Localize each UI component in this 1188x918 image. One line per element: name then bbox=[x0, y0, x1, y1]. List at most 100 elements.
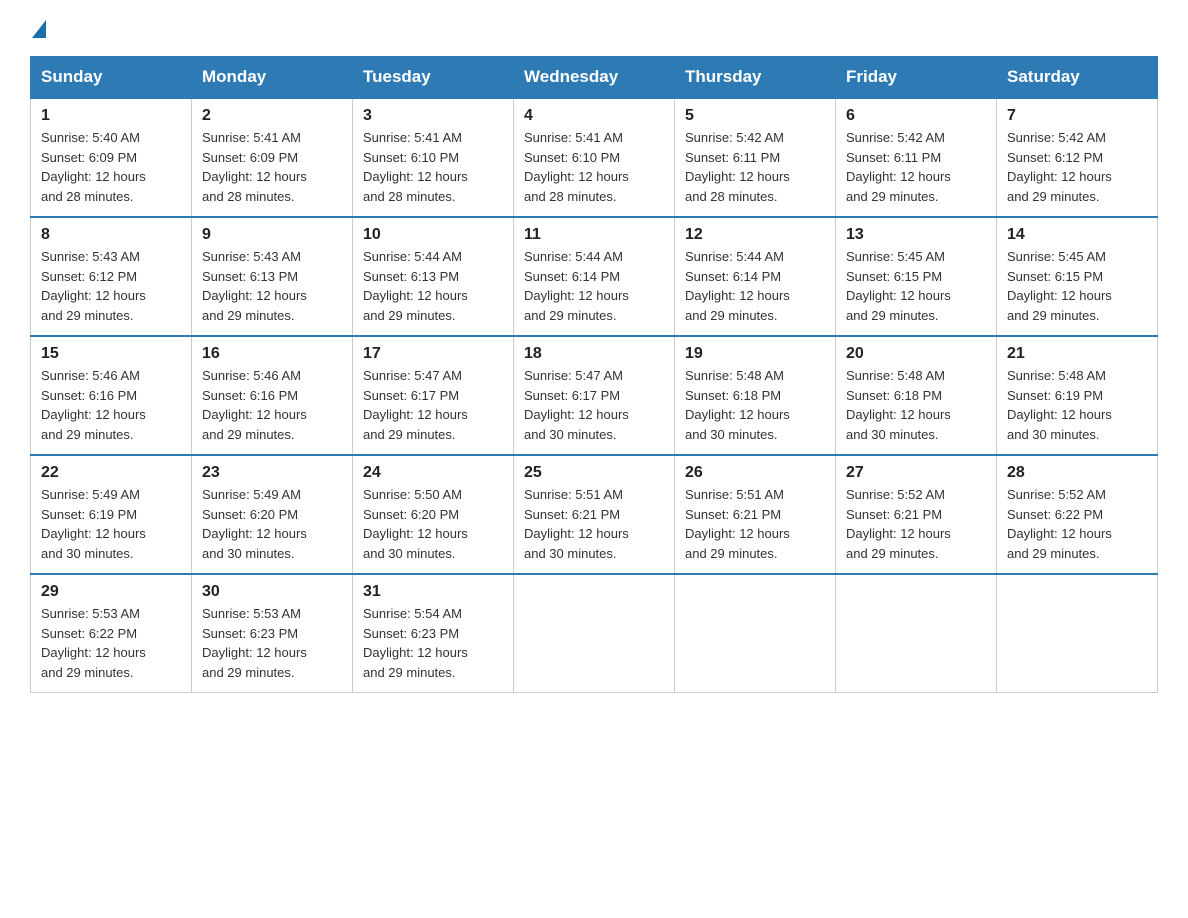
calendar-table: SundayMondayTuesdayWednesdayThursdayFrid… bbox=[30, 56, 1158, 693]
day-info: Sunrise: 5:53 AMSunset: 6:22 PMDaylight:… bbox=[41, 606, 146, 680]
day-cell: 4 Sunrise: 5:41 AMSunset: 6:10 PMDayligh… bbox=[514, 98, 675, 217]
day-number: 10 bbox=[363, 226, 503, 244]
day-number: 6 bbox=[846, 107, 986, 125]
day-cell: 7 Sunrise: 5:42 AMSunset: 6:12 PMDayligh… bbox=[997, 98, 1158, 217]
day-info: Sunrise: 5:47 AMSunset: 6:17 PMDaylight:… bbox=[363, 368, 468, 442]
day-info: Sunrise: 5:44 AMSunset: 6:14 PMDaylight:… bbox=[685, 249, 790, 323]
day-cell: 28 Sunrise: 5:52 AMSunset: 6:22 PMDaylig… bbox=[997, 455, 1158, 574]
day-info: Sunrise: 5:45 AMSunset: 6:15 PMDaylight:… bbox=[846, 249, 951, 323]
day-cell: 27 Sunrise: 5:52 AMSunset: 6:21 PMDaylig… bbox=[836, 455, 997, 574]
day-number: 3 bbox=[363, 107, 503, 125]
day-cell: 15 Sunrise: 5:46 AMSunset: 6:16 PMDaylig… bbox=[31, 336, 192, 455]
day-cell: 17 Sunrise: 5:47 AMSunset: 6:17 PMDaylig… bbox=[353, 336, 514, 455]
day-info: Sunrise: 5:41 AMSunset: 6:10 PMDaylight:… bbox=[524, 130, 629, 204]
day-cell: 19 Sunrise: 5:48 AMSunset: 6:18 PMDaylig… bbox=[675, 336, 836, 455]
header-day-wednesday: Wednesday bbox=[514, 57, 675, 99]
day-cell: 13 Sunrise: 5:45 AMSunset: 6:15 PMDaylig… bbox=[836, 217, 997, 336]
day-cell: 10 Sunrise: 5:44 AMSunset: 6:13 PMDaylig… bbox=[353, 217, 514, 336]
day-cell bbox=[675, 574, 836, 693]
day-cell: 1 Sunrise: 5:40 AMSunset: 6:09 PMDayligh… bbox=[31, 98, 192, 217]
day-number: 24 bbox=[363, 464, 503, 482]
day-info: Sunrise: 5:53 AMSunset: 6:23 PMDaylight:… bbox=[202, 606, 307, 680]
day-cell: 9 Sunrise: 5:43 AMSunset: 6:13 PMDayligh… bbox=[192, 217, 353, 336]
day-cell: 29 Sunrise: 5:53 AMSunset: 6:22 PMDaylig… bbox=[31, 574, 192, 693]
day-number: 22 bbox=[41, 464, 181, 482]
day-info: Sunrise: 5:40 AMSunset: 6:09 PMDaylight:… bbox=[41, 130, 146, 204]
day-info: Sunrise: 5:46 AMSunset: 6:16 PMDaylight:… bbox=[202, 368, 307, 442]
day-info: Sunrise: 5:51 AMSunset: 6:21 PMDaylight:… bbox=[524, 487, 629, 561]
day-info: Sunrise: 5:47 AMSunset: 6:17 PMDaylight:… bbox=[524, 368, 629, 442]
day-number: 11 bbox=[524, 226, 664, 244]
header-row: SundayMondayTuesdayWednesdayThursdayFrid… bbox=[31, 57, 1158, 99]
header-day-friday: Friday bbox=[836, 57, 997, 99]
day-info: Sunrise: 5:44 AMSunset: 6:13 PMDaylight:… bbox=[363, 249, 468, 323]
day-cell: 31 Sunrise: 5:54 AMSunset: 6:23 PMDaylig… bbox=[353, 574, 514, 693]
day-info: Sunrise: 5:52 AMSunset: 6:21 PMDaylight:… bbox=[846, 487, 951, 561]
day-number: 13 bbox=[846, 226, 986, 244]
day-cell: 22 Sunrise: 5:49 AMSunset: 6:19 PMDaylig… bbox=[31, 455, 192, 574]
day-info: Sunrise: 5:49 AMSunset: 6:19 PMDaylight:… bbox=[41, 487, 146, 561]
day-info: Sunrise: 5:48 AMSunset: 6:18 PMDaylight:… bbox=[846, 368, 951, 442]
day-cell: 12 Sunrise: 5:44 AMSunset: 6:14 PMDaylig… bbox=[675, 217, 836, 336]
day-number: 20 bbox=[846, 345, 986, 363]
week-row-4: 22 Sunrise: 5:49 AMSunset: 6:19 PMDaylig… bbox=[31, 455, 1158, 574]
day-number: 1 bbox=[41, 107, 181, 125]
day-cell: 3 Sunrise: 5:41 AMSunset: 6:10 PMDayligh… bbox=[353, 98, 514, 217]
logo-triangle-icon bbox=[32, 20, 46, 38]
header-day-monday: Monday bbox=[192, 57, 353, 99]
day-number: 5 bbox=[685, 107, 825, 125]
day-number: 17 bbox=[363, 345, 503, 363]
day-cell: 14 Sunrise: 5:45 AMSunset: 6:15 PMDaylig… bbox=[997, 217, 1158, 336]
day-cell: 20 Sunrise: 5:48 AMSunset: 6:18 PMDaylig… bbox=[836, 336, 997, 455]
logo bbox=[30, 20, 46, 38]
day-number: 29 bbox=[41, 583, 181, 601]
day-info: Sunrise: 5:43 AMSunset: 6:13 PMDaylight:… bbox=[202, 249, 307, 323]
day-number: 8 bbox=[41, 226, 181, 244]
day-info: Sunrise: 5:50 AMSunset: 6:20 PMDaylight:… bbox=[363, 487, 468, 561]
week-row-5: 29 Sunrise: 5:53 AMSunset: 6:22 PMDaylig… bbox=[31, 574, 1158, 693]
day-info: Sunrise: 5:52 AMSunset: 6:22 PMDaylight:… bbox=[1007, 487, 1112, 561]
day-info: Sunrise: 5:48 AMSunset: 6:18 PMDaylight:… bbox=[685, 368, 790, 442]
day-info: Sunrise: 5:42 AMSunset: 6:12 PMDaylight:… bbox=[1007, 130, 1112, 204]
day-info: Sunrise: 5:41 AMSunset: 6:10 PMDaylight:… bbox=[363, 130, 468, 204]
day-cell bbox=[514, 574, 675, 693]
page-header bbox=[30, 20, 1158, 38]
day-number: 7 bbox=[1007, 107, 1147, 125]
day-number: 16 bbox=[202, 345, 342, 363]
day-info: Sunrise: 5:41 AMSunset: 6:09 PMDaylight:… bbox=[202, 130, 307, 204]
day-info: Sunrise: 5:51 AMSunset: 6:21 PMDaylight:… bbox=[685, 487, 790, 561]
day-number: 18 bbox=[524, 345, 664, 363]
day-cell: 8 Sunrise: 5:43 AMSunset: 6:12 PMDayligh… bbox=[31, 217, 192, 336]
week-row-2: 8 Sunrise: 5:43 AMSunset: 6:12 PMDayligh… bbox=[31, 217, 1158, 336]
day-cell bbox=[997, 574, 1158, 693]
day-cell: 16 Sunrise: 5:46 AMSunset: 6:16 PMDaylig… bbox=[192, 336, 353, 455]
day-cell: 24 Sunrise: 5:50 AMSunset: 6:20 PMDaylig… bbox=[353, 455, 514, 574]
header-day-thursday: Thursday bbox=[675, 57, 836, 99]
day-info: Sunrise: 5:42 AMSunset: 6:11 PMDaylight:… bbox=[685, 130, 790, 204]
day-number: 31 bbox=[363, 583, 503, 601]
day-cell: 26 Sunrise: 5:51 AMSunset: 6:21 PMDaylig… bbox=[675, 455, 836, 574]
day-cell: 18 Sunrise: 5:47 AMSunset: 6:17 PMDaylig… bbox=[514, 336, 675, 455]
day-cell: 30 Sunrise: 5:53 AMSunset: 6:23 PMDaylig… bbox=[192, 574, 353, 693]
day-number: 9 bbox=[202, 226, 342, 244]
day-info: Sunrise: 5:42 AMSunset: 6:11 PMDaylight:… bbox=[846, 130, 951, 204]
day-number: 19 bbox=[685, 345, 825, 363]
day-cell: 23 Sunrise: 5:49 AMSunset: 6:20 PMDaylig… bbox=[192, 455, 353, 574]
day-number: 15 bbox=[41, 345, 181, 363]
day-info: Sunrise: 5:43 AMSunset: 6:12 PMDaylight:… bbox=[41, 249, 146, 323]
day-cell: 25 Sunrise: 5:51 AMSunset: 6:21 PMDaylig… bbox=[514, 455, 675, 574]
day-cell: 6 Sunrise: 5:42 AMSunset: 6:11 PMDayligh… bbox=[836, 98, 997, 217]
day-info: Sunrise: 5:46 AMSunset: 6:16 PMDaylight:… bbox=[41, 368, 146, 442]
header-day-tuesday: Tuesday bbox=[353, 57, 514, 99]
week-row-1: 1 Sunrise: 5:40 AMSunset: 6:09 PMDayligh… bbox=[31, 98, 1158, 217]
day-number: 25 bbox=[524, 464, 664, 482]
week-row-3: 15 Sunrise: 5:46 AMSunset: 6:16 PMDaylig… bbox=[31, 336, 1158, 455]
day-info: Sunrise: 5:49 AMSunset: 6:20 PMDaylight:… bbox=[202, 487, 307, 561]
day-number: 12 bbox=[685, 226, 825, 244]
header-day-sunday: Sunday bbox=[31, 57, 192, 99]
day-cell bbox=[836, 574, 997, 693]
day-cell: 5 Sunrise: 5:42 AMSunset: 6:11 PMDayligh… bbox=[675, 98, 836, 217]
day-info: Sunrise: 5:44 AMSunset: 6:14 PMDaylight:… bbox=[524, 249, 629, 323]
day-number: 30 bbox=[202, 583, 342, 601]
header-day-saturday: Saturday bbox=[997, 57, 1158, 99]
